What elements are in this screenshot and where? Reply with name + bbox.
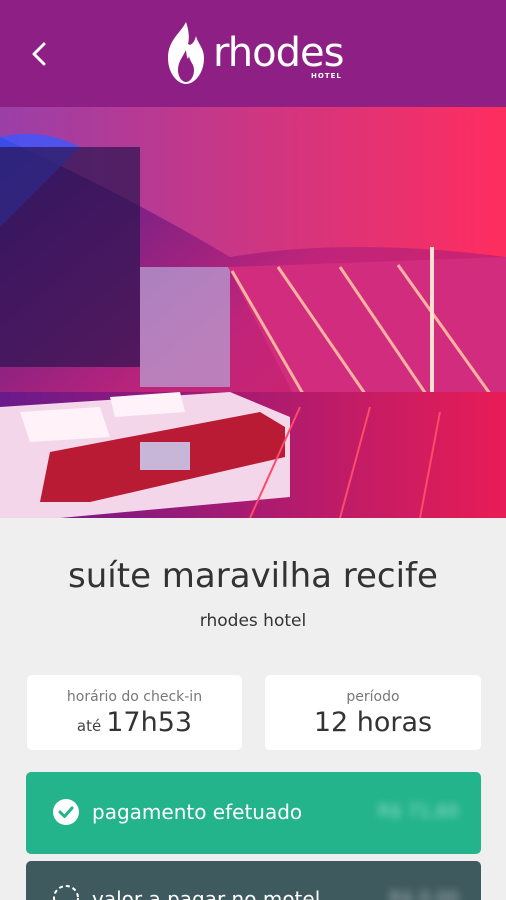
amount-due-bar[interactable]: valor a pagar no motel R$ 0,00 bbox=[26, 861, 481, 900]
flame-icon bbox=[168, 22, 204, 84]
dashed-circle-icon bbox=[53, 885, 79, 900]
checkin-value: até 17h53 bbox=[27, 707, 242, 738]
chevron-left-icon bbox=[32, 42, 46, 66]
payment-value: R$ 71,60 bbox=[377, 801, 459, 822]
suite-photo-illustration bbox=[0, 107, 506, 518]
due-value: R$ 0,00 bbox=[389, 888, 459, 900]
period-label: período bbox=[346, 689, 400, 705]
period-card: período 12 horas bbox=[265, 675, 481, 750]
hotel-name: rhodes hotel bbox=[199, 611, 307, 631]
suite-title: suíte maravilha recife bbox=[68, 556, 438, 596]
payment-status-bar[interactable]: pagamento efetuado R$ 71,60 bbox=[26, 772, 481, 854]
checkin-time: 17h53 bbox=[106, 707, 193, 738]
brand-logo: rhodes HOTEL bbox=[160, 18, 350, 88]
brand-name: rhodes bbox=[213, 30, 344, 76]
payment-label: pagamento efetuado bbox=[92, 800, 303, 824]
check-circle-icon bbox=[53, 799, 79, 825]
brand-subtitle: HOTEL bbox=[311, 72, 342, 80]
checkin-prefix: até bbox=[76, 717, 102, 735]
checkin-label: horário do check-in bbox=[66, 689, 203, 705]
suite-photo bbox=[0, 107, 506, 518]
back-button[interactable] bbox=[22, 36, 58, 72]
app-header: rhodes HOTEL bbox=[0, 0, 506, 107]
due-label: valor a pagar no motel bbox=[92, 887, 321, 900]
period-value: 12 horas bbox=[313, 707, 433, 738]
checkin-card: horário do check-in até 17h53 bbox=[27, 675, 242, 750]
